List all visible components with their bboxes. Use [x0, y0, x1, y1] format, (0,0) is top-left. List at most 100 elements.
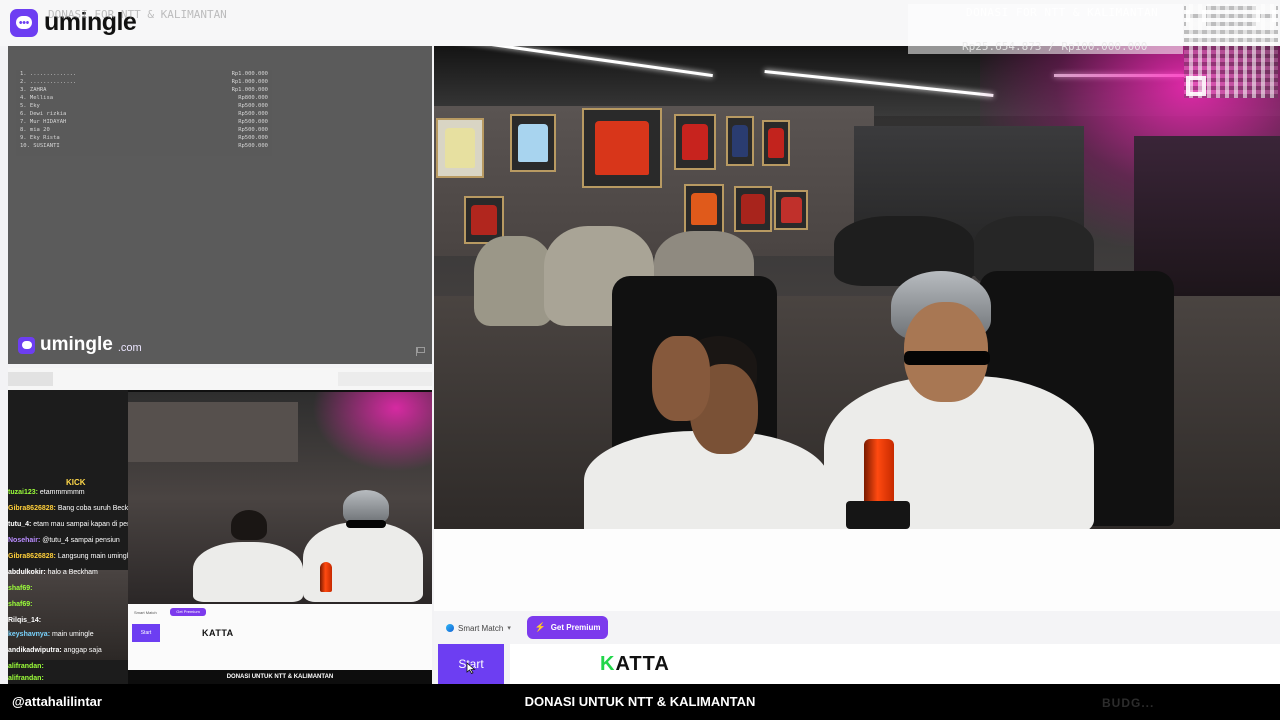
bottom-ghost-text: BUDG... — [1102, 696, 1155, 710]
leaderboard-name: 1. .............. — [20, 71, 77, 77]
watermark-name: umingle — [40, 334, 113, 355]
chat-username[interactable]: shaf69: — [8, 601, 33, 608]
katta-k: K — [600, 653, 616, 675]
leaderboard-row: 7. Mur HIDAYAH Rp500.000 — [16, 118, 272, 126]
chat-message: Gibra8626828: Langsung main umingle — [8, 552, 132, 561]
chat-text: main umingle — [50, 631, 94, 638]
umingle-logo-icon — [18, 336, 35, 354]
chat-text: etammmmmm — [37, 489, 85, 496]
leaderboard-name: 6. Dewi rizkia — [20, 111, 67, 117]
leaderboard-amount: Rp1.000.000 — [231, 71, 268, 77]
sunglasses — [904, 351, 990, 365]
chevron-down-icon: ▾ — [507, 625, 511, 632]
leaderboard-row: 5. Eky Rp500.000 — [16, 102, 272, 110]
jersey-wall — [434, 106, 874, 256]
leaderboard-amount: Rp800.000 — [238, 95, 268, 101]
leaderboard-row: 2. .............. Rp1.000.000 — [16, 78, 272, 86]
overlay-ghost-title: DONASI FOR NTT & KALIMANTAN — [48, 8, 227, 21]
chat-text: @tutu_4 sampai pensiun — [40, 537, 120, 544]
preview-katta: KATTA — [202, 628, 234, 638]
leaderboard-amount: Rp500.000 — [238, 103, 268, 109]
bottom-donation-text: DONASI UNTUK NTT & KALIMANTAN — [524, 694, 756, 709]
chat-text: Langsung main umingle — [55, 553, 133, 560]
leaderboard-name: 2. .............. — [20, 79, 77, 85]
chat-message: alifrandan: — [8, 674, 44, 683]
leaderboard-name: 10. SUSIANTI — [20, 143, 60, 149]
main-webcam-video — [434, 46, 1280, 529]
stream-preview-composite: KICK tuzai123: etammmmmm Gibra8626828: Ba… — [8, 368, 432, 684]
chat-message: andikadwiputra: anggap saja — [8, 646, 102, 655]
preview-smart-match: Smart Match — [134, 610, 157, 615]
umingle-logo-icon — [10, 8, 38, 37]
chat-username[interactable]: Gibra8626828: — [8, 505, 56, 512]
leaderboard-amount: Rp500.000 — [238, 135, 268, 141]
leaderboard-name: 5. Eky — [20, 103, 40, 109]
watermark-domain: .com — [117, 342, 142, 354]
donation-title: DONASI FOR NTT & KALIMANTAN — [966, 6, 1159, 19]
kick-chat: KICK tuzai123: etammmmmm Gibra8626828: Ba… — [8, 390, 168, 684]
chat-message: shaf69: — [8, 584, 33, 593]
donation-amount: Rp25.654.873 / Rp100.000.000 — [962, 40, 1148, 53]
leaderboard-name: 4. Mellisa — [20, 95, 54, 101]
leaderboard-name: 7. Mur HIDAYAH — [20, 119, 67, 125]
leaderboard-row: 3. ZAHRA Rp1.000.000 — [16, 86, 272, 94]
bolt-icon: ⚡ — [534, 622, 546, 632]
chat-username[interactable]: alifrandan: — [8, 675, 44, 682]
get-premium-label: Get Premium — [550, 623, 601, 632]
match-controls: Smart Match ▾ ⚡ Get Premium Start KATTA — [434, 611, 1280, 684]
leaderboard-row: 8. mia 20 Rp500.000 — [16, 126, 272, 134]
partner-area-blank — [434, 529, 1280, 611]
preview-caption: DONASI UNTUK NTT & KALIMANTAN — [128, 670, 432, 684]
vespa-scooter — [474, 236, 554, 326]
chat-username[interactable]: Nosehair: — [8, 537, 40, 544]
leaderboard-name: 8. mia 20 — [20, 127, 50, 133]
smart-match-dropdown[interactable]: Smart Match ▾ — [446, 620, 511, 636]
umingle-watermark: umingle .com — [18, 334, 142, 356]
chat-username[interactable]: alifrandan: — [8, 663, 44, 670]
leaderboard-row: 9. Eky Rista Rp500.000 — [16, 134, 272, 142]
chat-message: shaf69: — [8, 600, 33, 609]
chat-message: Nosehair: @tutu_4 sampai pensiun — [8, 536, 120, 545]
chat-message: abdulkokir: halo a Beckham — [8, 568, 98, 577]
chat-message: Rilqis_14: — [8, 616, 41, 625]
leaderboard-name: 3. ZAHRA — [20, 87, 47, 93]
chat-username[interactable]: andikadwiputra: — [8, 647, 62, 654]
leaderboard-amount: Rp500.000 — [238, 127, 268, 133]
chat-text: anggap saja — [61, 647, 102, 654]
leaderboard-name: 9. Eky Rista — [20, 135, 60, 141]
get-premium-button[interactable]: ⚡ Get Premium — [527, 616, 608, 639]
chat-username[interactable]: Gibra8626828: — [8, 553, 56, 560]
left-person-hand — [652, 336, 710, 421]
chat-message: tuzai123: etammmmmm — [8, 488, 85, 497]
leaderboard-row: 1. .............. Rp1.000.000 — [16, 70, 272, 78]
preview-start: Start — [132, 624, 160, 642]
chat-username[interactable]: tuzai123: — [8, 489, 38, 496]
stream-page: umingle DONASI FOR NTT & KALIMANTAN 1. .… — [0, 0, 1280, 720]
preview-video — [128, 392, 432, 604]
chat-text: halo a Beckham — [45, 569, 98, 576]
qr-code-icon — [1184, 4, 1278, 98]
preview-controls: Smart Match Get Premium Start KATTA — [128, 604, 432, 670]
preview-top-strip — [8, 368, 432, 390]
chat-text: etam mau sampai kapan di persib? — [31, 521, 143, 528]
smart-match-icon — [446, 624, 454, 632]
chat-username[interactable]: keyshavnya: — [8, 631, 50, 638]
smart-match-label: Smart Match — [458, 623, 504, 633]
preview-premium: Get Premium — [170, 608, 206, 616]
flag-icon[interactable] — [416, 347, 425, 356]
microphone-stand — [846, 501, 910, 529]
partner-video-panel: 1. .............. Rp1.000.000 2. .........… — [8, 46, 432, 364]
chat-message: tutu_4: etam mau sampai kapan di persib? — [8, 520, 142, 529]
leaderboard-amount: Rp1.000.000 — [231, 87, 268, 93]
chat-username[interactable]: tutu_4: — [8, 521, 31, 528]
chat-username[interactable]: Rilqis_14: — [8, 617, 41, 624]
leaderboard-amount: Rp500.000 — [238, 119, 268, 125]
leaderboard-amount: Rp500.000 — [238, 111, 268, 117]
leaderboard-row: 10. SUSIANTI Rp500.000 — [16, 142, 272, 150]
chat-message: keyshavnya: main umingle — [8, 630, 94, 639]
leaderboard-amount: Rp1.000.000 — [231, 79, 268, 85]
microphone — [864, 439, 894, 507]
chat-username[interactable]: shaf69: — [8, 585, 33, 592]
chat-username[interactable]: abdulkokir: — [8, 569, 46, 576]
streamer-handle: @attahalilintar — [12, 694, 102, 709]
